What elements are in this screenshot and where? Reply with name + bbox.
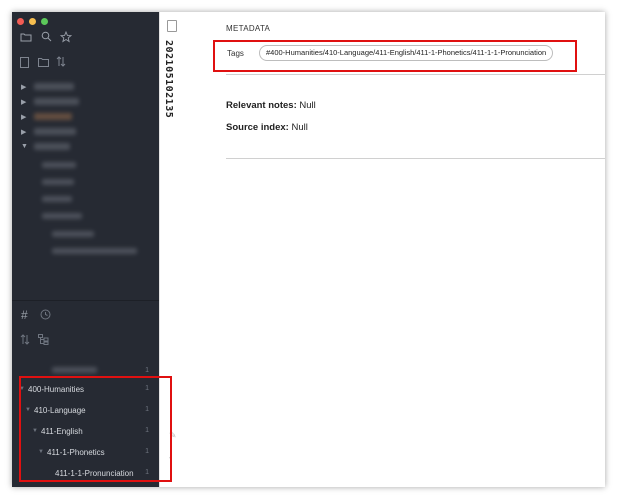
hash-icon[interactable]: # [21,309,28,321]
property-relevant-notes: Relevant notes: Null [226,100,316,111]
folder-icon[interactable] [20,32,32,45]
search-icon[interactable] [41,31,52,45]
file-tree-item[interactable] [34,98,79,105]
file-tree-item[interactable] [42,162,76,168]
property-key: Relevant notes [226,100,294,111]
property-value: Null [299,100,316,111]
file-title: 20210510213‍5 [163,40,174,119]
metadata-divider [226,74,605,75]
content-divider [226,158,605,159]
highlight-box-tags [213,40,577,72]
file-tree: ▶ ▶ ▶ ▶ ▼ [12,82,159,282]
expand-icon[interactable]: ▶ [21,128,26,136]
metadata-heading: METADATA [226,24,271,33]
highlight-box-tag-tree [19,376,172,482]
close-window-button[interactable] [17,18,24,25]
collapse-icon[interactable]: ▼ [21,143,28,150]
expand-icon[interactable]: ▶ [21,83,26,91]
tag-count: 1 [145,367,149,374]
sort-icon[interactable] [56,56,66,70]
new-folder-icon[interactable] [38,57,49,70]
file-tree-item[interactable] [42,213,82,219]
minimize-window-button[interactable] [29,18,36,25]
property-value: Null [291,122,308,133]
expand-icon[interactable]: ▶ [21,98,26,106]
file-tree-item[interactable] [34,128,76,135]
file-tree-item[interactable] [42,179,74,185]
file-tree-item[interactable] [34,143,70,150]
star-icon[interactable] [59,30,73,46]
blurred-tag-label [52,367,97,373]
clock-icon[interactable] [40,309,51,323]
sidebar-divider [12,300,159,301]
expand-icon[interactable]: ▶ [21,113,26,121]
file-tree-item[interactable] [34,113,72,120]
file-tree-item[interactable] [34,83,74,90]
property-source-index: Source index: Null [226,122,308,133]
page-icon [167,20,177,32]
file-tree-item[interactable] [52,231,94,237]
zoom-window-button[interactable] [41,18,48,25]
tree-icon[interactable] [38,334,49,348]
new-note-icon[interactable] [20,57,29,71]
sort-icon[interactable] [20,334,30,348]
file-tree-item[interactable] [52,248,137,254]
file-tree-item[interactable] [42,196,72,202]
property-key: Source index [226,122,286,133]
